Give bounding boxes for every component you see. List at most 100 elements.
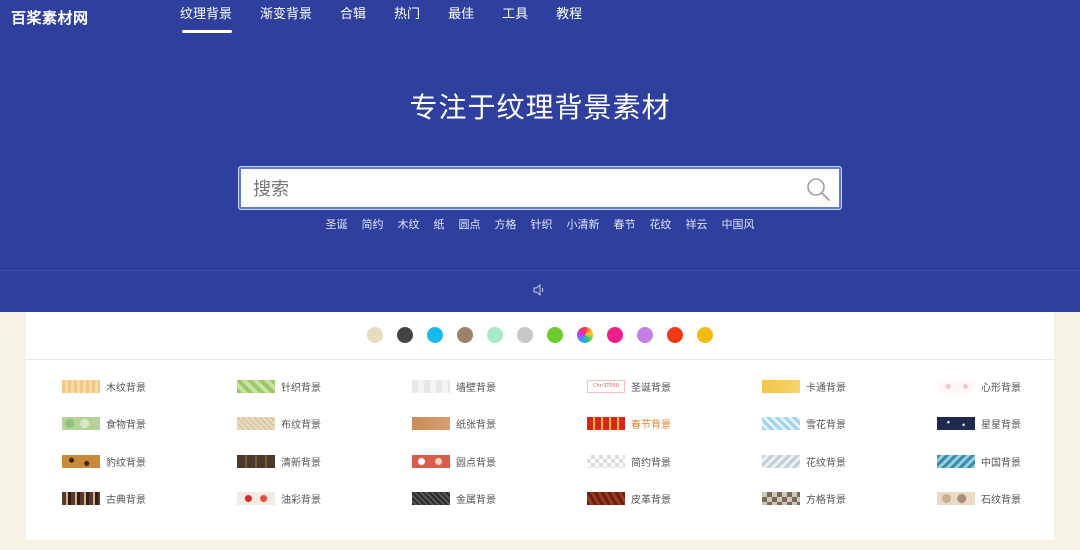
color-swatch[interactable] bbox=[667, 327, 683, 343]
category-link[interactable]: 心形背景 bbox=[937, 377, 1080, 395]
category-link[interactable]: 花纹背景 bbox=[762, 452, 937, 470]
color-swatch[interactable] bbox=[517, 327, 533, 343]
category-label: 墙壁背景 bbox=[456, 382, 496, 394]
wall-thumbnail bbox=[412, 379, 450, 393]
dots-thumbnail bbox=[412, 454, 450, 468]
color-swatch[interactable] bbox=[397, 327, 413, 343]
category-label: 纸张背景 bbox=[456, 420, 496, 431]
category-link[interactable]: 食物背景 bbox=[62, 415, 237, 433]
page-headline: 专注于纹理背景素材 bbox=[409, 91, 671, 124]
color-swatch[interactable] bbox=[547, 327, 563, 343]
category-label: 圣诞背景 bbox=[631, 382, 671, 394]
color-swatch[interactable] bbox=[457, 327, 473, 343]
tag-link[interactable]: 纸 bbox=[434, 216, 445, 232]
category-link[interactable]: Chr-ST050 圣诞背景 bbox=[587, 377, 762, 395]
classic-thumbnail bbox=[62, 492, 100, 505]
tag-link[interactable]: 木纹 bbox=[398, 216, 420, 232]
category-link[interactable]: 针织背景 bbox=[237, 377, 412, 395]
nav-item[interactable]: 渐变背景 bbox=[260, 0, 312, 34]
category-link[interactable]: 春节背景 bbox=[587, 415, 762, 433]
category-link[interactable]: 油彩背景 bbox=[237, 490, 412, 508]
category-label: 清新背景 bbox=[281, 457, 321, 469]
color-swatch[interactable] bbox=[607, 327, 623, 343]
category-link[interactable]: 雪花背景 bbox=[762, 415, 937, 433]
category-link[interactable]: 豹纹背景 bbox=[62, 452, 237, 470]
category-label: 木纹背景 bbox=[106, 382, 146, 394]
nav-item[interactable]: 合辑 bbox=[340, 0, 366, 34]
site-logo[interactable]: 百桨素材网 bbox=[11, 7, 89, 28]
oil-thumbnail bbox=[237, 492, 275, 505]
floral-thumbnail bbox=[762, 454, 800, 468]
metal-thumbnail bbox=[412, 492, 450, 505]
color-swatch[interactable] bbox=[577, 327, 593, 343]
checker-thumbnail bbox=[762, 492, 800, 505]
spring-festival-thumbnail bbox=[587, 417, 625, 430]
category-label: 雪花背景 bbox=[806, 420, 846, 431]
category-link[interactable]: 中国背景 bbox=[937, 452, 1080, 470]
search-input[interactable] bbox=[253, 173, 793, 205]
color-swatch[interactable] bbox=[697, 327, 713, 343]
tag-link[interactable]: 圣诞 bbox=[326, 216, 348, 232]
category-link[interactable]: 古典背景 bbox=[62, 490, 237, 508]
tag-link[interactable]: 简约 bbox=[362, 216, 384, 232]
stars-thumbnail bbox=[937, 417, 975, 430]
category-link[interactable]: 金属背景 bbox=[412, 490, 587, 508]
chinese-thumbnail bbox=[937, 454, 975, 468]
christmas-thumb-text: Chr-ST050 bbox=[593, 382, 619, 389]
category-label: 圆点背景 bbox=[456, 457, 496, 469]
category-link[interactable]: 布纹背景 bbox=[237, 415, 412, 433]
category-link[interactable]: 清新背景 bbox=[237, 452, 412, 470]
tag-link[interactable]: 花纹 bbox=[650, 216, 672, 232]
nav-item[interactable]: 最佳 bbox=[448, 0, 474, 34]
color-swatch[interactable] bbox=[487, 327, 503, 343]
tag-link[interactable]: 针织 bbox=[531, 216, 553, 232]
paper-thumbnail bbox=[412, 417, 450, 430]
category-label: 简约背景 bbox=[631, 457, 671, 469]
category-link[interactable]: 纸张背景 bbox=[412, 415, 587, 433]
category-grid: 木纹背景 针织背景 墙壁背景 Chr-ST050 圣诞背景 卡通背景 心形背景 食物背景 布纹背… bbox=[62, 377, 1042, 527]
category-link[interactable]: 卡通背景 bbox=[762, 377, 937, 395]
category-link[interactable]: 星星背景 bbox=[937, 415, 1080, 433]
cartoon-thumbnail bbox=[762, 379, 800, 393]
hero-divider bbox=[0, 270, 1080, 271]
color-swatch[interactable] bbox=[367, 327, 383, 343]
nav-item[interactable]: 热门 bbox=[394, 0, 420, 34]
main-nav: 纹理背景 渐变背景 合辑 热门 最佳 工具 教程 bbox=[180, 0, 610, 34]
category-label: 古典背景 bbox=[106, 495, 146, 506]
category-link[interactable]: 墙壁背景 bbox=[412, 377, 587, 395]
nav-item[interactable]: 纹理背景 bbox=[180, 0, 233, 34]
category-link[interactable]: 圆点背景 bbox=[412, 452, 587, 470]
tag-link[interactable]: 方格 bbox=[495, 216, 517, 232]
category-link[interactable]: 简约背景 bbox=[587, 452, 762, 470]
category-link[interactable]: 皮革背景 bbox=[587, 490, 762, 508]
knit-thumbnail bbox=[237, 379, 275, 393]
tag-link[interactable]: 小清新 bbox=[567, 216, 600, 232]
popular-tags: 圣诞 简约 木纹纸圆点 方格 针织 小清新 春节 花纹 祥云 中国风 bbox=[0, 216, 1080, 232]
nav-item[interactable]: 工具 bbox=[502, 0, 528, 34]
tag-link[interactable]: 祥云 bbox=[686, 216, 708, 232]
category-label: 食物背景 bbox=[106, 420, 146, 431]
category-link[interactable]: 方格背景 bbox=[762, 490, 937, 508]
tag-link[interactable]: 中国风 bbox=[722, 216, 755, 232]
tag-link[interactable]: 圆点 bbox=[459, 216, 481, 232]
category-label: 卡通背景 bbox=[806, 382, 846, 394]
category-label: 中国背景 bbox=[981, 457, 1021, 469]
tag-link[interactable]: 春节 bbox=[614, 216, 636, 232]
color-filter bbox=[26, 327, 1054, 343]
search-icon[interactable] bbox=[805, 176, 831, 202]
category-label: 方格背景 bbox=[806, 495, 846, 506]
category-label: 春节背景 bbox=[631, 420, 671, 431]
stone-thumbnail bbox=[937, 492, 975, 505]
panel-divider bbox=[26, 359, 1054, 360]
category-link[interactable]: 石纹背景 bbox=[937, 490, 1080, 508]
nav-item[interactable]: 教程 bbox=[556, 0, 582, 34]
fresh-thumbnail bbox=[237, 454, 275, 468]
leather-thumbnail bbox=[587, 492, 625, 505]
category-link[interactable]: 木纹背景 bbox=[62, 377, 237, 395]
color-swatch[interactable] bbox=[637, 327, 653, 343]
category-label: 皮革背景 bbox=[631, 495, 671, 506]
speaker-icon[interactable] bbox=[532, 283, 546, 297]
color-swatch[interactable] bbox=[427, 327, 443, 343]
heart-thumbnail bbox=[937, 379, 975, 393]
category-label: 花纹背景 bbox=[806, 457, 846, 469]
